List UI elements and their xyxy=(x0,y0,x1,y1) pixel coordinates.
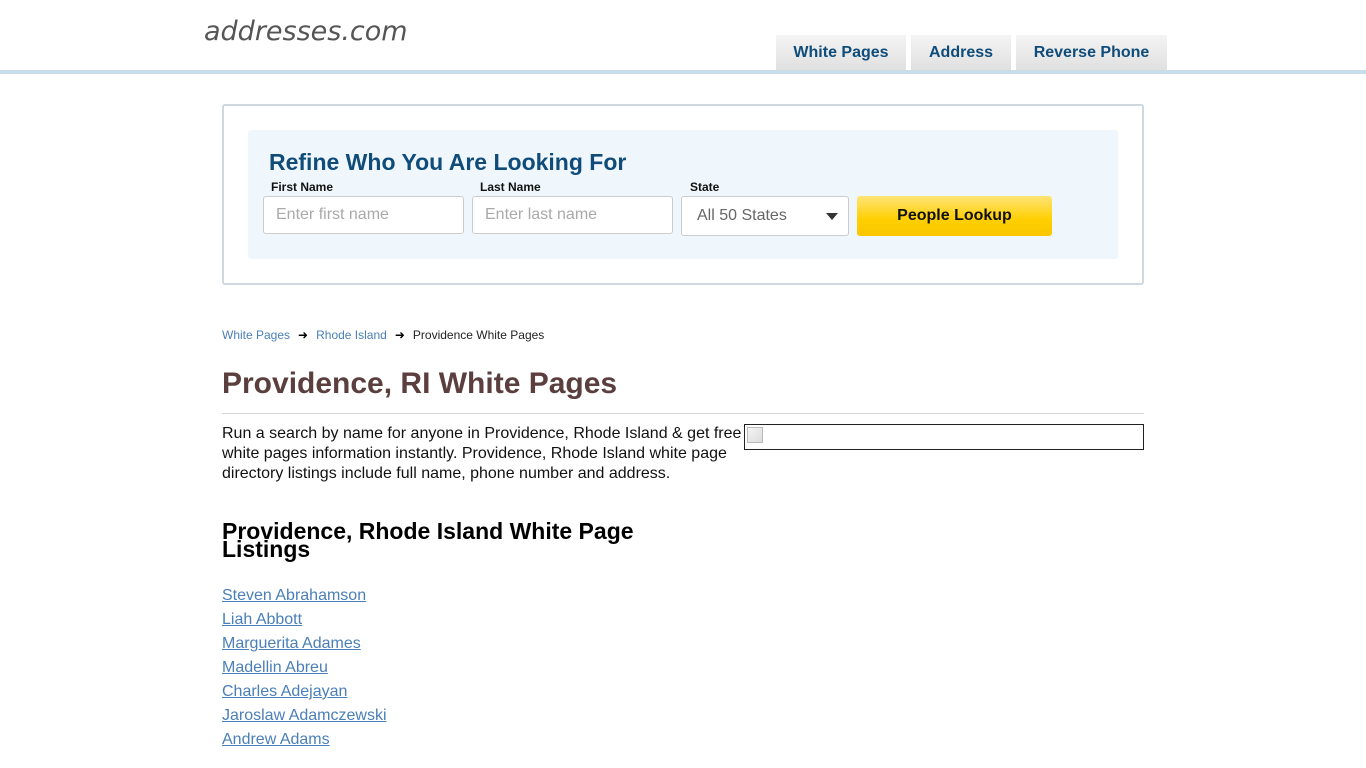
listing-link[interactable]: Andrew Adams xyxy=(222,731,330,748)
breadcrumb-current: Providence White Pages xyxy=(412,328,545,342)
list-item: Steven Abrahamson xyxy=(222,585,387,609)
arrow-right-icon: ➜ xyxy=(394,328,405,342)
header-divider xyxy=(0,70,1366,74)
intro-text: Run a search by name for anyone in Provi… xyxy=(222,425,742,482)
nav-tab-reverse-phone[interactable]: Reverse Phone xyxy=(1016,35,1167,70)
arrow-right-icon: ➜ xyxy=(298,328,309,342)
list-item: Charles Adejayan xyxy=(222,681,387,705)
site-logo[interactable]: addresses.com xyxy=(204,14,408,50)
listing-link[interactable]: Jaroslaw Adamczewski xyxy=(222,707,387,724)
list-item: Liah Abbott xyxy=(222,609,387,633)
nav-tab-white-pages[interactable]: White Pages xyxy=(776,35,906,70)
listing-link[interactable]: Liah Abbott xyxy=(222,611,302,628)
state-select-value: All 50 States xyxy=(697,207,787,224)
first-name-input[interactable] xyxy=(263,196,464,234)
listings-title: Providence, Rhode Island White Page List… xyxy=(222,518,634,562)
listing-link[interactable]: Madellin Abreu xyxy=(222,659,328,676)
listings: Steven Abrahamson Liah Abbott Marguerita… xyxy=(222,585,387,753)
first-name-label: First Name xyxy=(271,180,334,194)
list-item: Andrew Adams xyxy=(222,729,387,753)
search-panel: Refine Who You Are Looking For First Nam… xyxy=(248,130,1118,259)
last-name-label: Last Name xyxy=(480,180,541,194)
state-label: State xyxy=(690,180,720,194)
listing-link[interactable]: Charles Adejayan xyxy=(222,683,347,700)
breadcrumb-rhode-island[interactable]: Rhode Island xyxy=(316,327,387,343)
main-nav: White Pages Address Reverse Phone xyxy=(776,35,1167,70)
last-name-input[interactable] xyxy=(472,196,673,234)
ad-banner[interactable] xyxy=(744,424,1144,450)
list-item: Madellin Abreu xyxy=(222,657,387,681)
state-select[interactable]: All 50 States xyxy=(681,196,849,236)
chevron-down-icon xyxy=(826,213,838,220)
nav-tab-address[interactable]: Address xyxy=(911,35,1011,70)
list-item: Marguerita Adames xyxy=(222,633,387,657)
search-card: Refine Who You Are Looking For First Nam… xyxy=(222,104,1144,285)
title-divider xyxy=(222,413,1144,414)
site-header: addresses.com White Pages Address Revers… xyxy=(0,0,1366,70)
list-item: Jaroslaw Adamczewski xyxy=(222,705,387,729)
listing-link[interactable]: Marguerita Adames xyxy=(222,635,361,652)
breadcrumb-white-pages[interactable]: White Pages xyxy=(222,327,290,343)
breadcrumb: White Pages ➜ Rhode Island ➜ Providence … xyxy=(222,327,544,343)
listing-link[interactable]: Steven Abrahamson xyxy=(222,587,366,604)
search-title: Refine Who You Are Looking For xyxy=(269,149,627,175)
broken-image-icon xyxy=(747,427,763,443)
people-lookup-button[interactable]: People Lookup xyxy=(857,196,1052,236)
page-title: Providence, RI White Pages xyxy=(222,367,618,400)
